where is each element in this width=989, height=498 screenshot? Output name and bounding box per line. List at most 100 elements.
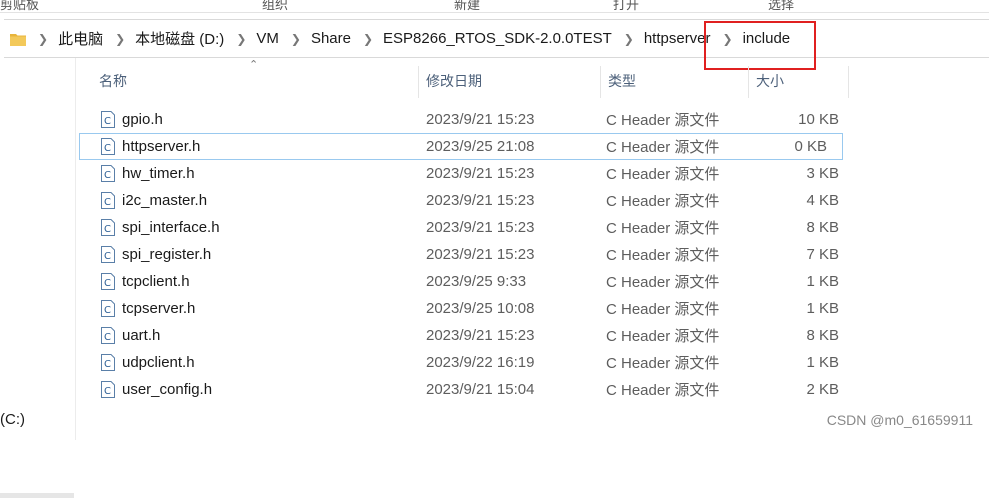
file-date: 2023/9/21 15:23 xyxy=(426,165,535,182)
file-type: C Header 源文件 xyxy=(606,274,720,291)
file-row[interactable]: Cuser_config.h 2023/9/21 15:04 C Header … xyxy=(79,376,849,403)
c-header-file-icon: C xyxy=(101,381,115,398)
ribbon-group-select: 选择 xyxy=(768,0,795,12)
file-name: udpclient.h xyxy=(122,354,195,371)
svg-text:C: C xyxy=(104,197,111,208)
chevron-right-icon[interactable]: ❯ xyxy=(363,33,373,45)
file-size: 10 KB xyxy=(798,111,839,128)
file-size: 2 KB xyxy=(806,381,839,398)
nav-item-drive-c[interactable]: (C:) xyxy=(0,411,25,428)
file-row[interactable]: Cgpio.h 2023/9/21 15:23 C Header 源文件 10 … xyxy=(79,106,849,133)
breadcrumb-vm[interactable]: VM xyxy=(256,30,279,47)
c-header-file-icon: C xyxy=(101,111,115,128)
breadcrumb-include[interactable]: include xyxy=(743,30,791,47)
file-row[interactable]: Cudpclient.h 2023/9/22 16:19 C Header 源文… xyxy=(79,349,849,376)
ribbon-group-organize: 组织 xyxy=(262,0,289,12)
file-date: 2023/9/21 15:04 xyxy=(426,381,535,398)
column-header-name[interactable]: 名称 xyxy=(79,62,419,100)
file-size: 8 KB xyxy=(806,327,839,344)
file-date: 2023/9/25 9:33 xyxy=(426,273,527,290)
svg-text:C: C xyxy=(104,224,111,235)
file-name: spi_register.h xyxy=(122,246,212,263)
file-date: 2023/9/21 15:23 xyxy=(426,192,535,209)
file-size: 1 KB xyxy=(806,300,839,317)
file-row[interactable]: Ci2c_master.h 2023/9/21 15:23 C Header 源… xyxy=(79,187,849,214)
file-row[interactable]: Ctcpclient.h 2023/9/25 9:33 C Header 源文件… xyxy=(79,268,849,295)
column-divider[interactable] xyxy=(848,66,849,98)
nav-horizontal-scrollbar[interactable] xyxy=(0,493,74,498)
ribbon-group-open: 打开 xyxy=(613,0,640,12)
c-header-file-icon: C xyxy=(101,327,115,344)
column-header-size[interactable]: 大小 xyxy=(736,62,836,100)
file-row[interactable]: Ctcpserver.h 2023/9/25 10:08 C Header 源文… xyxy=(79,295,849,322)
file-type: C Header 源文件 xyxy=(606,220,720,237)
column-header-date[interactable]: 修改日期 xyxy=(406,62,586,100)
file-date: 2023/9/21 15:23 xyxy=(426,327,535,344)
svg-text:C: C xyxy=(104,251,111,262)
svg-text:C: C xyxy=(104,305,111,316)
file-row[interactable]: Cuart.h 2023/9/21 15:23 C Header 源文件 8 K… xyxy=(79,322,849,349)
c-header-file-icon: C xyxy=(101,273,115,290)
file-row[interactable]: Cspi_register.h 2023/9/21 15:23 C Header… xyxy=(79,241,849,268)
file-date: 2023/9/25 10:08 xyxy=(426,300,535,317)
file-type: C Header 源文件 xyxy=(606,382,720,399)
chevron-right-icon[interactable]: ❯ xyxy=(38,33,48,45)
watermark: CSDN @m0_61659911 xyxy=(826,412,973,428)
file-size: 3 KB xyxy=(806,165,839,182)
chevron-right-icon[interactable]: ❯ xyxy=(236,33,246,45)
breadcrumb-drive-d[interactable]: 本地磁盘 (D:) xyxy=(135,28,224,49)
file-date: 2023/9/25 21:08 xyxy=(426,138,535,155)
c-header-file-icon: C xyxy=(101,300,115,317)
file-type: C Header 源文件 xyxy=(606,355,720,372)
chevron-right-icon[interactable]: ❯ xyxy=(624,33,634,45)
svg-text:C: C xyxy=(104,359,111,370)
c-header-file-icon: C xyxy=(101,219,115,236)
file-name: spi_interface.h xyxy=(122,219,220,236)
address-bar[interactable]: ❯ 此电脑 ❯ 本地磁盘 (D:) ❯ VM ❯ Share ❯ ESP8266… xyxy=(4,19,989,58)
file-name: user_config.h xyxy=(122,381,213,398)
svg-text:C: C xyxy=(104,386,111,397)
chevron-right-icon[interactable]: ❯ xyxy=(723,33,733,45)
column-header-row: ⌃ 名称 修改日期 类型 大小 xyxy=(79,59,849,100)
svg-text:C: C xyxy=(104,332,111,343)
breadcrumb-httpserver[interactable]: httpserver xyxy=(644,30,711,47)
column-header-type[interactable]: 类型 xyxy=(588,62,738,100)
file-name: tcpserver.h xyxy=(122,300,196,317)
breadcrumb-this-pc[interactable]: 此电脑 xyxy=(58,28,103,49)
navigation-pane[interactable]: (C:) xyxy=(0,58,76,498)
file-type: C Header 源文件 xyxy=(606,193,720,210)
file-size: 1 KB xyxy=(806,273,839,290)
file-row[interactable]: Chw_timer.h 2023/9/21 15:23 C Header 源文件… xyxy=(79,160,849,187)
folder-icon xyxy=(10,32,26,46)
file-row[interactable]: Cspi_interface.h 2023/9/21 15:23 C Heade… xyxy=(79,214,849,241)
file-name: gpio.h xyxy=(122,111,163,128)
svg-text:C: C xyxy=(104,170,111,181)
file-list: Cgpio.h 2023/9/21 15:23 C Header 源文件 10 … xyxy=(79,106,849,403)
file-row-selected[interactable]: Chttpserver.h 2023/9/25 21:08 C Header 源… xyxy=(79,133,843,160)
file-date: 2023/9/22 16:19 xyxy=(426,354,535,371)
c-header-file-icon: C xyxy=(101,192,115,209)
c-header-file-icon: C xyxy=(101,354,115,371)
file-type: C Header 源文件 xyxy=(606,301,720,318)
breadcrumb-sdk[interactable]: ESP8266_RTOS_SDK-2.0.0TEST xyxy=(383,30,612,47)
file-type: C Header 源文件 xyxy=(606,328,720,345)
file-type: C Header 源文件 xyxy=(606,112,720,129)
svg-text:C: C xyxy=(104,116,111,127)
file-size: 0 KB xyxy=(794,138,827,155)
ribbon-group-new: 新建 xyxy=(454,0,481,12)
chevron-right-icon[interactable]: ❯ xyxy=(115,33,125,45)
file-date: 2023/9/21 15:23 xyxy=(426,246,535,263)
breadcrumb-share[interactable]: Share xyxy=(311,30,351,47)
file-size: 7 KB xyxy=(806,246,839,263)
c-header-file-icon: C xyxy=(101,138,115,155)
file-name: hw_timer.h xyxy=(122,165,195,182)
c-header-file-icon: C xyxy=(101,165,115,182)
chevron-right-icon[interactable]: ❯ xyxy=(291,33,301,45)
file-date: 2023/9/21 15:23 xyxy=(426,111,535,128)
svg-text:C: C xyxy=(104,143,111,154)
file-type: C Header 源文件 xyxy=(606,247,720,264)
file-size: 1 KB xyxy=(806,354,839,371)
file-type: C Header 源文件 xyxy=(606,139,720,156)
file-name: i2c_master.h xyxy=(122,192,208,209)
file-date: 2023/9/21 15:23 xyxy=(426,219,535,236)
